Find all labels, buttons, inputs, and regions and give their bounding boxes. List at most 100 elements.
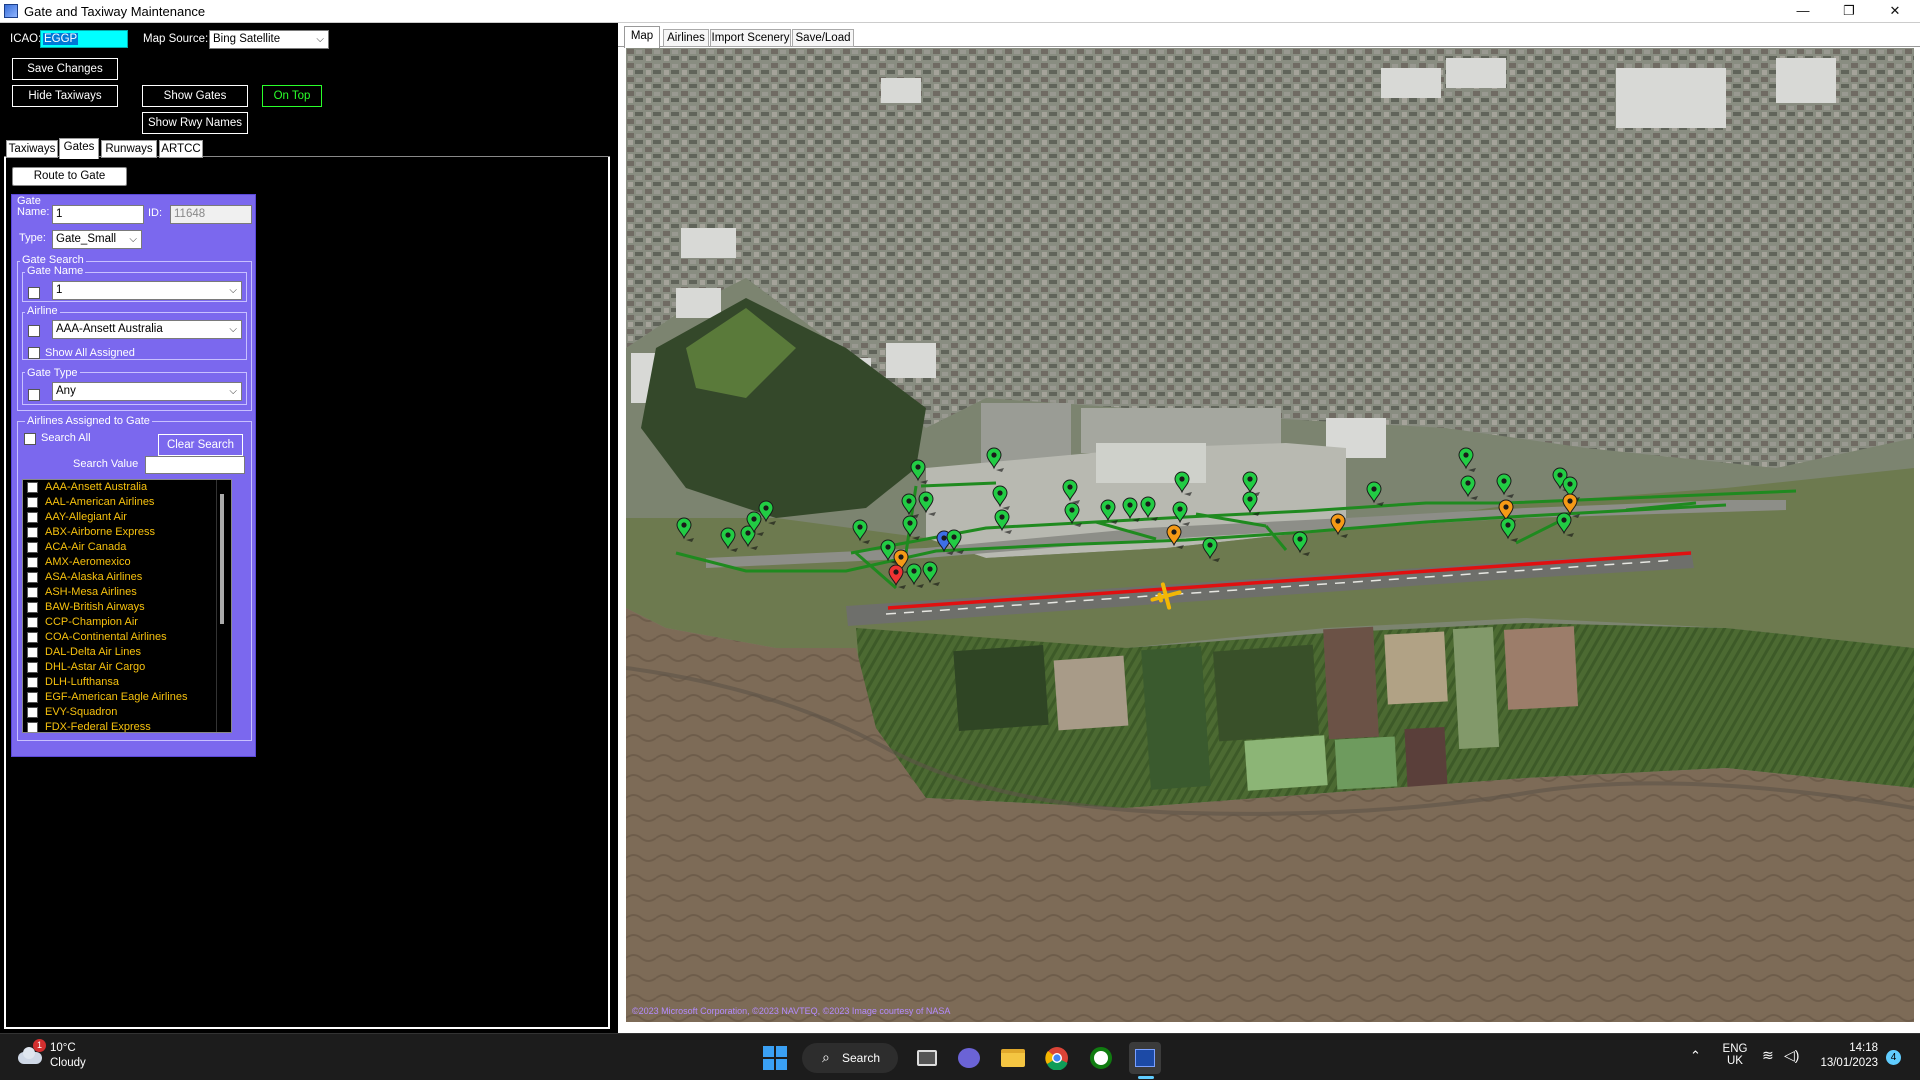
airline-item-checkbox[interactable] <box>27 632 38 643</box>
volume-icon[interactable]: ◁) <box>1784 1047 1799 1064</box>
show-all-assigned-label: Show All Assigned <box>45 347 135 359</box>
maximize-button[interactable]: ❐ <box>1826 0 1872 22</box>
tab-map[interactable]: Map <box>624 26 660 48</box>
search-all-checkbox[interactable] <box>24 433 36 445</box>
airline-list-item[interactable]: AMX-Aeromexico <box>23 555 231 570</box>
airline-list-item[interactable]: DHL-Astar Air Cargo <box>23 660 231 675</box>
icao-value: EGGP <box>43 33 79 45</box>
airline-list-item[interactable]: EVY-Squadron <box>23 705 231 720</box>
airline-item-checkbox[interactable] <box>27 572 38 583</box>
hide-taxiways-button[interactable]: Hide Taxiways <box>12 85 118 107</box>
airline-item-checkbox[interactable] <box>27 647 38 658</box>
airline-list-item[interactable]: BAW-British Airways <box>23 600 231 615</box>
airline-list-item[interactable]: CCP-Champion Air <box>23 615 231 630</box>
route-to-gate-button[interactable]: Route to Gate <box>12 167 127 186</box>
tab-gates[interactable]: Gates <box>59 138 99 159</box>
airline-item-checkbox[interactable] <box>27 662 38 673</box>
tab-save-load[interactable]: Save/Load <box>792 29 854 47</box>
terminal-building <box>1096 443 1206 483</box>
airline-list-item[interactable]: AAL-American Airlines <box>23 495 231 510</box>
airline-item-label: ASH-Mesa Airlines <box>45 586 137 598</box>
gate-type-search-select[interactable]: Any ⌵ <box>52 382 242 401</box>
airline-item-label: FDX-Federal Express <box>45 721 151 733</box>
xbox-icon[interactable] <box>1085 1042 1117 1074</box>
on-top-button[interactable]: On Top <box>262 85 322 107</box>
airline-list-item[interactable]: COA-Continental Airlines <box>23 630 231 645</box>
tab-import-scenery[interactable]: Import Scenery <box>710 29 791 47</box>
airline-list-item[interactable]: ACA-Air Canada <box>23 540 231 555</box>
gate-name-search-select[interactable]: 1 ⌵ <box>52 281 242 300</box>
chrome-icon[interactable] <box>1041 1042 1073 1074</box>
airline-list-item[interactable]: ABX-Airborne Express <box>23 525 231 540</box>
tab-airlines[interactable]: Airlines <box>663 29 709 47</box>
airline-item-checkbox[interactable] <box>27 482 38 493</box>
airline-search-select[interactable]: AAA-Ansett Australia ⌵ <box>52 320 242 339</box>
airline-item-label: EGF-American Eagle Airlines <box>45 691 188 703</box>
gate-id-input: 11648 <box>170 205 252 224</box>
task-view-icon[interactable] <box>911 1042 943 1074</box>
gate-type-label: Type: <box>19 232 46 244</box>
airline-list-item[interactable]: DAL-Delta Air Lines <box>23 645 231 660</box>
airline-item-checkbox[interactable] <box>27 707 38 718</box>
active-app-indicator <box>1138 1076 1154 1079</box>
taskbar: 1 10°C Cloudy ⌕ Search ⌃ ENG UK ≋ ◁) 14:… <box>0 1033 1920 1080</box>
search-box[interactable]: ⌕ Search <box>802 1043 898 1073</box>
tab-taxiways[interactable]: Taxiways <box>6 140 58 158</box>
tab-runways[interactable]: Runways <box>101 140 157 158</box>
airline-item-checkbox[interactable] <box>27 617 38 628</box>
gate-name-input[interactable]: 1 <box>52 205 144 224</box>
airline-item-checkbox[interactable] <box>27 497 38 508</box>
scrollbar-thumb[interactable] <box>220 494 224 624</box>
airline-item-checkbox[interactable] <box>27 602 38 613</box>
satellite-map[interactable]: ©2023 Microsoft Corporation, ©2023 NAVTE… <box>626 48 1914 1022</box>
airline-item-checkbox[interactable] <box>27 557 38 568</box>
show-gates-button[interactable]: Show Gates <box>142 85 248 107</box>
notification-badge[interactable]: 4 <box>1886 1050 1901 1065</box>
airline-item-checkbox[interactable] <box>27 692 38 703</box>
search-all-label: Search All <box>41 432 91 444</box>
save-changes-button[interactable]: Save Changes <box>12 58 118 80</box>
airline-item-checkbox[interactable] <box>27 527 38 538</box>
gate-type-select[interactable]: Gate_Small ⌵ <box>52 230 142 249</box>
start-button[interactable] <box>759 1042 791 1074</box>
file-explorer-icon[interactable] <box>997 1042 1029 1074</box>
teams-chat-icon[interactable] <box>953 1042 985 1074</box>
language-indicator[interactable]: ENG UK <box>1720 1043 1750 1067</box>
weather-temp: 10°C <box>50 1042 76 1054</box>
airline-item-checkbox[interactable] <box>27 722 38 732</box>
airline-list-item[interactable]: EGF-American Eagle Airlines <box>23 690 231 705</box>
airline-list[interactable]: AAA-Ansett Australia AAL-American Airline… <box>22 479 232 733</box>
clock[interactable]: 14:18 13/01/2023 <box>1812 1042 1878 1069</box>
tab-artcc[interactable]: ARTCC <box>159 140 203 158</box>
chevron-up-icon[interactable]: ⌃ <box>1690 1048 1701 1064</box>
show-all-assigned-checkbox[interactable] <box>28 347 40 359</box>
wifi-icon[interactable]: ≋ <box>1762 1047 1774 1064</box>
airline-list-item[interactable]: AAY-Allegiant Air <box>23 510 231 525</box>
airline-list-item[interactable]: FDX-Federal Express <box>23 720 231 733</box>
minimize-button[interactable]: — <box>1780 0 1826 22</box>
app-taskbar-icon[interactable] <box>1129 1042 1161 1074</box>
clear-search-button[interactable]: Clear Search <box>158 434 243 456</box>
airline-list-scrollbar[interactable] <box>216 480 230 732</box>
airline-item-checkbox[interactable] <box>27 677 38 688</box>
gate-name-checkbox[interactable] <box>28 287 40 299</box>
search-value-input[interactable] <box>145 456 245 474</box>
map-source-select[interactable]: Bing Satellite ⌵ <box>209 30 329 49</box>
show-rwy-names-button[interactable]: Show Rwy Names <box>142 112 248 134</box>
search-icon: ⌕ <box>822 1049 830 1065</box>
airline-item-label: CCP-Champion Air <box>45 616 138 628</box>
airline-list-item[interactable]: AAA-Ansett Australia <box>23 480 231 495</box>
airline-item-label: DLH-Lufthansa <box>45 676 119 688</box>
airline-list-item[interactable]: DLH-Lufthansa <box>23 675 231 690</box>
airline-item-checkbox[interactable] <box>27 512 38 523</box>
airline-list-item[interactable]: ASA-Alaska Airlines <box>23 570 231 585</box>
gate-type-checkbox[interactable] <box>28 389 40 401</box>
window-title: Gate and Taxiway Maintenance <box>24 4 206 19</box>
airline-item-checkbox[interactable] <box>27 542 38 553</box>
close-button[interactable]: ✕ <box>1872 0 1918 22</box>
airline-list-item[interactable]: ASH-Mesa Airlines <box>23 585 231 600</box>
icao-input[interactable]: EGGP <box>40 30 128 48</box>
airline-item-checkbox[interactable] <box>27 587 38 598</box>
airline-checkbox[interactable] <box>28 325 40 337</box>
search-label: Search <box>842 1051 881 1065</box>
